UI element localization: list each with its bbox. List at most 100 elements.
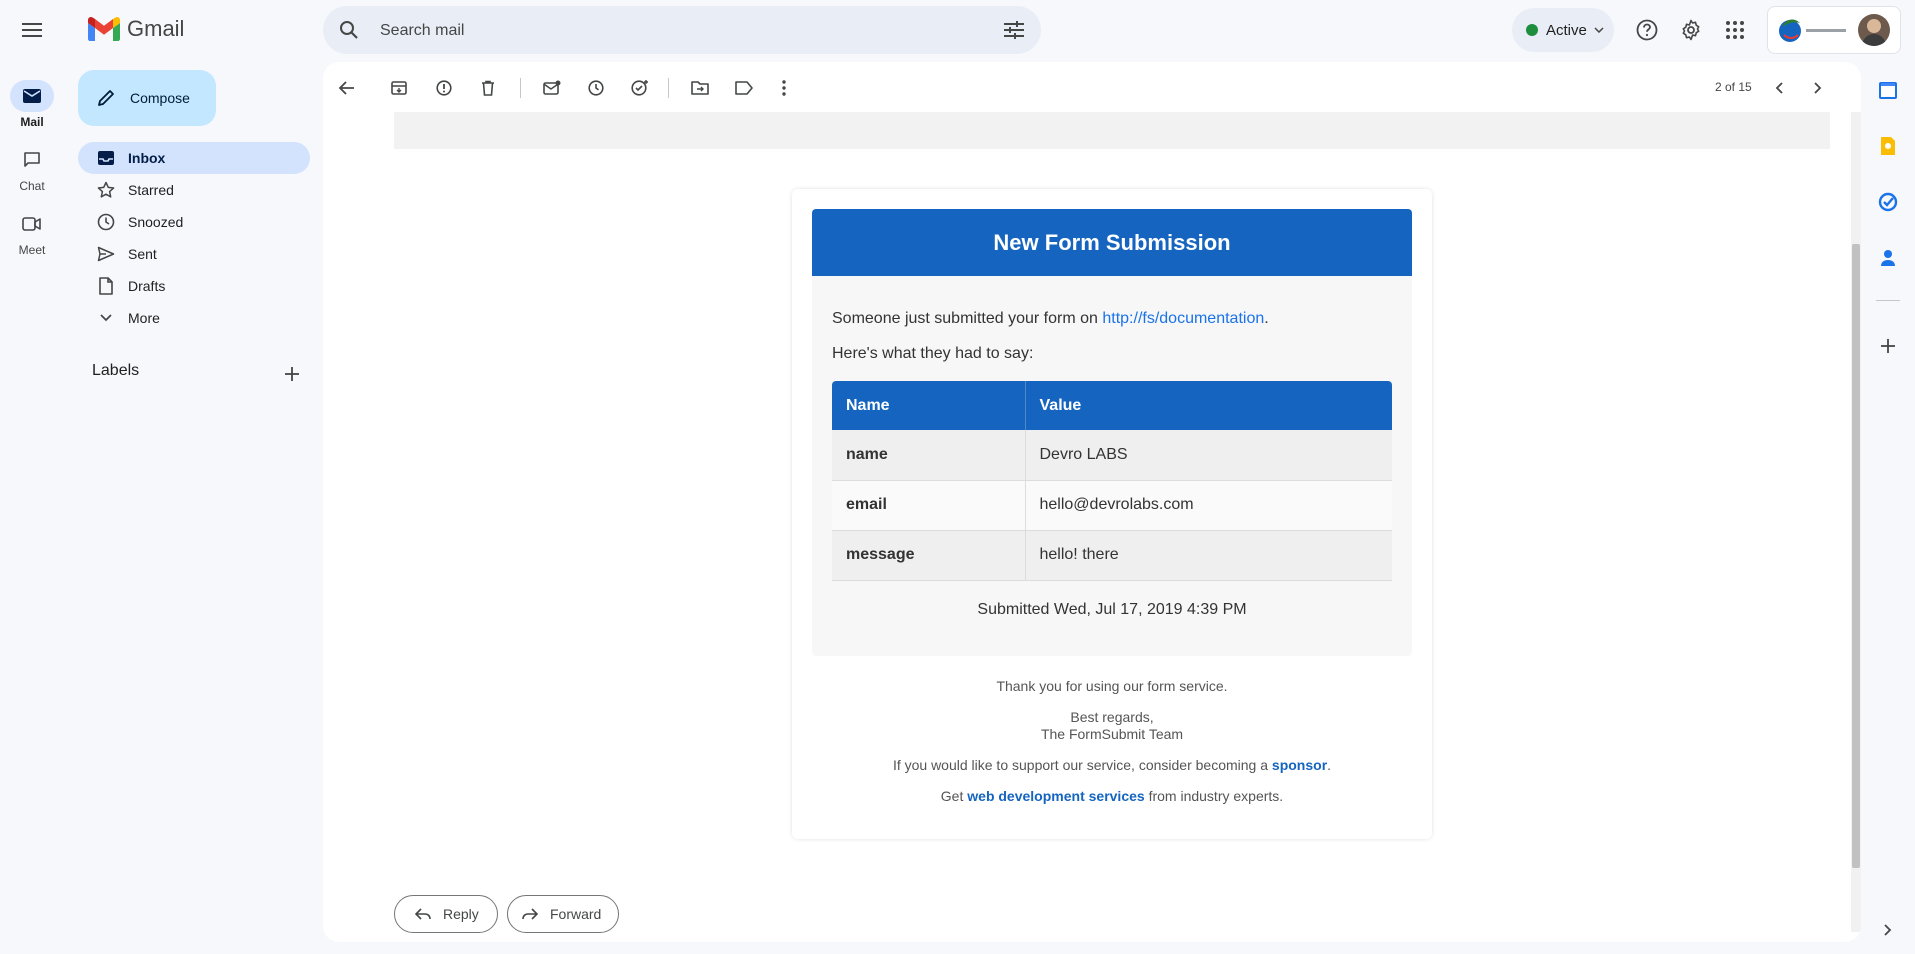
snooze-button[interactable] xyxy=(578,70,614,106)
sidebar-item-sent[interactable]: Sent xyxy=(78,238,310,270)
intro-prefix: Someone just submitted your form on xyxy=(832,310,1103,327)
back-button[interactable] xyxy=(329,70,365,106)
field-value: Devro LABS xyxy=(1025,430,1392,481)
rail-item-meet[interactable]: Meet xyxy=(0,208,64,257)
team-signature: The FormSubmit Team xyxy=(1040,726,1184,742)
rail-label-chat: Chat xyxy=(19,179,45,193)
star-icon xyxy=(97,181,115,198)
status-chip[interactable]: Active xyxy=(1512,8,1614,52)
message-view: 2 of 15 New Form Submission Someone just… xyxy=(323,62,1861,942)
sidebar-item-more[interactable]: More xyxy=(78,302,310,334)
main-menu-button[interactable] xyxy=(12,10,52,50)
apps-button[interactable] xyxy=(1715,10,1755,50)
search-bar[interactable]: Search mail xyxy=(323,6,1041,54)
newer-button[interactable] xyxy=(1761,70,1797,106)
create-label-button[interactable] xyxy=(276,358,308,390)
regards-text: Best regards, xyxy=(1070,709,1154,725)
form-link[interactable]: http://fs/documentation xyxy=(1102,310,1264,327)
plus-icon xyxy=(1881,339,1895,353)
reply-label: Reply xyxy=(443,906,479,922)
table-header-row: Name Value xyxy=(832,381,1392,430)
organization-logo xyxy=(1779,19,1846,42)
pagination-count: 2 of 15 xyxy=(1715,80,1752,94)
submitted-timestamp: Submitted Wed, Jul 17, 2019 4:39 PM xyxy=(977,601,1247,618)
inbox-icon xyxy=(98,151,114,165)
account-chip[interactable] xyxy=(1767,6,1901,54)
sidebar-label-starred: Starred xyxy=(128,182,174,198)
contacts-app-button[interactable] xyxy=(1876,246,1900,270)
sidebar-item-drafts[interactable]: Drafts xyxy=(78,270,310,302)
sidebar-label-inbox: Inbox xyxy=(128,150,166,166)
sidebar-item-snoozed[interactable]: Snoozed xyxy=(78,206,310,238)
calendar-app-button[interactable] xyxy=(1876,78,1900,102)
search-icon xyxy=(340,21,358,39)
gmail-logo[interactable]: Gmail xyxy=(88,16,184,42)
scrollbar-thumb[interactable] xyxy=(1852,244,1860,868)
move-to-button[interactable] xyxy=(682,70,718,106)
arrow-back-icon xyxy=(339,81,354,95)
search-button[interactable] xyxy=(333,14,365,46)
rail-item-mail[interactable]: Mail xyxy=(0,80,64,129)
reply-button[interactable]: Reply xyxy=(394,895,498,933)
older-button[interactable] xyxy=(1800,70,1836,106)
rail-item-chat[interactable]: Chat xyxy=(0,144,64,193)
support-button[interactable] xyxy=(1627,10,1667,50)
apps-grid-icon xyxy=(1726,21,1744,39)
intro-text: Someone just submitted your form on http… xyxy=(832,310,1269,328)
avatar[interactable] xyxy=(1858,14,1890,46)
toolbar-divider xyxy=(520,78,521,98)
field-name: email xyxy=(832,480,1026,531)
sidebar-label-sent: Sent xyxy=(128,246,157,262)
delete-button[interactable] xyxy=(470,70,506,106)
field-name: message xyxy=(832,530,1026,581)
chevron-down-icon xyxy=(100,314,112,322)
forward-icon xyxy=(522,908,538,920)
forward-button[interactable]: Forward xyxy=(507,895,619,933)
search-options-button[interactable] xyxy=(998,14,1030,46)
report-spam-button[interactable] xyxy=(426,70,462,106)
rail-label-mail: Mail xyxy=(20,115,44,129)
keep-app-button[interactable] xyxy=(1876,134,1900,158)
show-side-panel-button[interactable] xyxy=(1876,918,1900,942)
help-icon xyxy=(1636,19,1658,41)
forward-label: Forward xyxy=(550,906,602,922)
settings-button[interactable] xyxy=(1671,10,1711,50)
search-input[interactable]: Search mail xyxy=(380,22,464,40)
sponsor-prefix: If you would like to support our service… xyxy=(892,757,1272,773)
calendar-icon xyxy=(1879,82,1897,99)
chevron-left-icon xyxy=(1775,82,1783,94)
field-value: hello! there xyxy=(1025,530,1392,581)
get-addons-button[interactable] xyxy=(1876,334,1900,358)
hamburger-menu-icon xyxy=(22,23,42,37)
sponsor-link[interactable]: sponsor xyxy=(1272,757,1327,773)
tasks-app-button[interactable] xyxy=(1876,190,1900,214)
status-dot-icon xyxy=(1526,24,1538,36)
services-text: Get web development services from indust… xyxy=(792,788,1432,804)
keep-icon xyxy=(1881,137,1895,155)
sponsor-suffix: . xyxy=(1327,757,1332,773)
toolbar-divider xyxy=(668,78,669,98)
trash-icon xyxy=(482,80,494,96)
archive-button[interactable] xyxy=(381,70,417,106)
email-header-band xyxy=(394,112,1830,149)
sidebar-item-inbox[interactable]: Inbox xyxy=(78,142,310,174)
form-submission-panel: New Form Submission Someone just submitt… xyxy=(812,209,1412,656)
compose-button[interactable]: Compose xyxy=(78,70,216,126)
more-options-button[interactable] xyxy=(766,70,802,106)
add-task-icon xyxy=(631,80,648,96)
rail-label-meet: Meet xyxy=(18,243,46,257)
labels-button[interactable] xyxy=(726,70,762,106)
more-vert-icon xyxy=(782,80,786,96)
sponsor-text: If you would like to support our service… xyxy=(792,757,1432,773)
chevron-down-icon xyxy=(1594,27,1604,33)
services-link[interactable]: web development services xyxy=(967,788,1144,804)
gear-icon xyxy=(1682,19,1700,41)
sidebar-label-more: More xyxy=(128,310,160,326)
clock-icon xyxy=(588,80,604,96)
add-to-tasks-button[interactable] xyxy=(622,70,658,106)
mark-unread-button[interactable] xyxy=(534,70,570,106)
sidebar-item-starred[interactable]: Starred xyxy=(78,174,310,206)
side-panel-divider xyxy=(1876,300,1900,301)
email-card: New Form Submission Someone just submitt… xyxy=(792,189,1432,839)
status-label: Active xyxy=(1546,21,1587,39)
